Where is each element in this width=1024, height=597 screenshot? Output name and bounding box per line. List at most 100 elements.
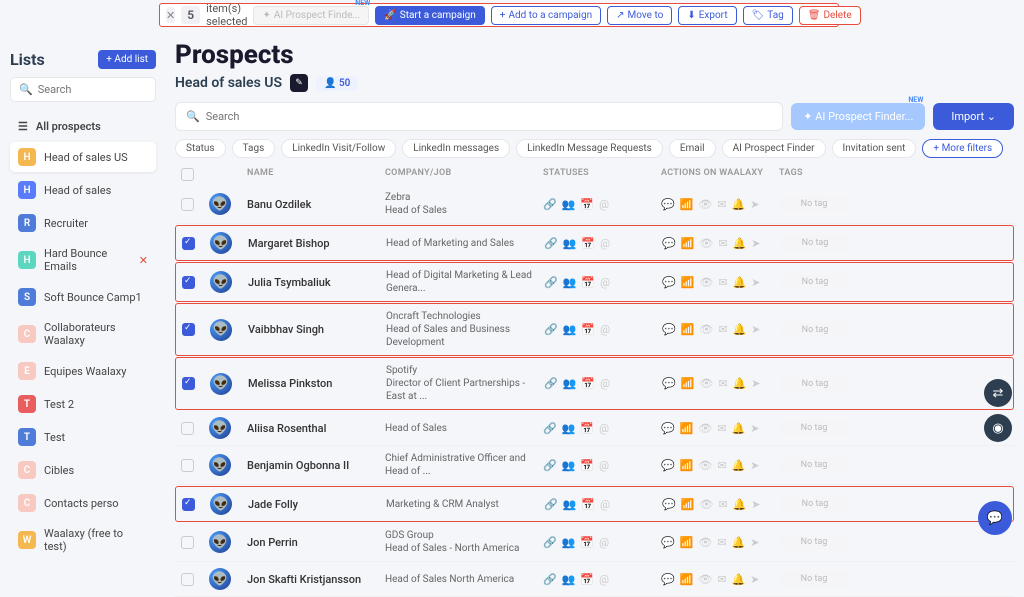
row-checkbox[interactable] <box>181 459 194 472</box>
mail-icon[interactable]: ✉ <box>718 237 727 250</box>
link-icon[interactable]: 🔗 <box>543 422 557 435</box>
send-icon[interactable]: ➤ <box>751 377 760 390</box>
sidebar-list-item[interactable]: TTest 2 <box>10 389 156 419</box>
at-icon[interactable]: @ <box>599 459 609 472</box>
filter-pill[interactable]: Email <box>669 139 716 158</box>
mail-icon[interactable]: ✉ <box>718 276 727 289</box>
bell-icon[interactable]: 🔔 <box>733 323 747 336</box>
table-row[interactable]: 👽 Vaibbhav Singh Oncraft TechnologiesHea… <box>175 303 1014 356</box>
sidebar-list-item[interactable]: HHead of sales <box>10 175 156 205</box>
row-checkbox[interactable] <box>182 276 195 289</box>
bell-icon[interactable]: 🔔 <box>733 377 747 390</box>
mail-icon[interactable]: ✉ <box>718 377 727 390</box>
calendar-icon[interactable]: 📅 <box>581 498 595 511</box>
sidebar-search-input[interactable] <box>38 83 178 96</box>
rss-icon[interactable]: 📶 <box>680 459 694 472</box>
chat-icon[interactable]: 💬 <box>978 501 1012 535</box>
table-row[interactable]: 👽 Benjamin Ogbonna II Chief Administrati… <box>175 446 1014 485</box>
row-checkbox[interactable] <box>182 323 195 336</box>
chat-icon[interactable]: 💬 <box>661 459 675 472</box>
table-row[interactable]: 👽 Jade Folly Marketing & CRM Analyst 🔗 👥… <box>175 486 1014 522</box>
chat-icon[interactable]: 💬 <box>662 276 676 289</box>
bell-icon[interactable]: 🔔 <box>733 237 747 250</box>
bell-icon[interactable]: 🔔 <box>732 198 746 211</box>
send-icon[interactable]: ➤ <box>751 498 760 511</box>
calendar-icon[interactable]: 📅 <box>581 377 595 390</box>
eye-icon[interactable]: 👁 <box>698 573 712 586</box>
rss-icon[interactable]: 📶 <box>680 198 694 211</box>
add-list-button[interactable]: + Add list <box>98 50 156 69</box>
table-row[interactable]: 👽 Jon Perrin GDS GroupHead of Sales - No… <box>175 523 1014 562</box>
people-icon[interactable]: 👥 <box>562 459 576 472</box>
filter-pill[interactable]: LinkedIn Visit/Follow <box>281 139 396 158</box>
chat-icon[interactable]: 💬 <box>661 573 675 586</box>
export-button[interactable]: ⬇ Export <box>678 6 736 25</box>
eye-icon[interactable]: 👁 <box>698 459 712 472</box>
calendar-icon[interactable]: 📅 <box>580 422 594 435</box>
main-search[interactable]: 🔍 <box>175 102 783 131</box>
table-row[interactable]: 👽 Banu Ozdilek ZebraHead of Sales 🔗 👥 📅 … <box>175 185 1014 224</box>
chat-icon[interactable]: 💬 <box>662 237 676 250</box>
tag-cell[interactable]: No tag <box>780 322 850 338</box>
sidebar-list-item[interactable]: HHead of sales US <box>10 142 156 172</box>
eye-icon[interactable]: 👁 <box>698 422 712 435</box>
sidebar-list-item[interactable]: SSoft Bounce Camp1 <box>10 282 156 312</box>
sidebar-list-item[interactable]: CCibles <box>10 455 156 485</box>
table-row[interactable]: 👽 Jon Skafti Kristjansson Head of Sales … <box>175 562 1014 597</box>
row-checkbox[interactable] <box>181 422 194 435</box>
mail-icon[interactable]: ✉ <box>717 422 726 435</box>
select-all-checkbox[interactable] <box>181 168 194 181</box>
mail-icon[interactable]: ✉ <box>717 459 726 472</box>
at-icon[interactable]: @ <box>600 498 610 511</box>
eye-icon[interactable]: 👁 <box>699 498 713 511</box>
sidebar-list-item[interactable]: EEquipes Waalaxy <box>10 356 156 386</box>
rss-icon[interactable]: 📶 <box>681 276 695 289</box>
tag-cell[interactable]: No tag <box>779 571 849 587</box>
discord-icon[interactable]: ◉ <box>984 414 1012 442</box>
row-checkbox[interactable] <box>182 498 195 511</box>
more-filters-button[interactable]: + More filters <box>922 139 1003 158</box>
table-row[interactable]: 👽 Melissa Pinkston SpotifyDirector of Cl… <box>175 357 1014 410</box>
bell-icon[interactable]: 🔔 <box>732 459 746 472</box>
mail-icon[interactable]: ✉ <box>718 323 727 336</box>
rss-icon[interactable]: 📶 <box>681 377 695 390</box>
send-icon[interactable]: ➤ <box>750 422 759 435</box>
people-icon[interactable]: 👥 <box>563 323 577 336</box>
filter-pill[interactable]: LinkedIn messages <box>402 139 510 158</box>
rss-icon[interactable]: 📶 <box>680 573 694 586</box>
filter-pill[interactable]: Tags <box>232 139 276 158</box>
send-icon[interactable]: ➤ <box>751 323 760 336</box>
close-icon[interactable]: ✕ <box>166 7 175 23</box>
at-icon[interactable]: @ <box>600 237 610 250</box>
at-icon[interactable]: @ <box>600 276 610 289</box>
at-icon[interactable]: @ <box>599 422 609 435</box>
tag-cell[interactable]: No tag <box>780 235 850 251</box>
chat-icon[interactable]: 💬 <box>661 422 675 435</box>
at-icon[interactable]: @ <box>599 198 609 211</box>
sidebar-list-item[interactable]: RRecruiter <box>10 208 156 238</box>
calendar-icon[interactable]: 📅 <box>581 237 595 250</box>
link-icon[interactable]: 🔗 <box>543 459 557 472</box>
mail-icon[interactable]: ✉ <box>717 573 726 586</box>
link-icon[interactable]: 🔗 <box>544 276 558 289</box>
eye-icon[interactable]: 👁 <box>698 198 712 211</box>
tag-cell[interactable]: No tag <box>780 376 850 392</box>
send-icon[interactable]: ➤ <box>751 276 760 289</box>
sidebar-list-item[interactable]: CCollaborateurs Waalaxy <box>10 315 156 353</box>
bell-icon[interactable]: 🔔 <box>733 498 747 511</box>
at-icon[interactable]: @ <box>600 323 610 336</box>
edit-icon[interactable]: ✎ <box>290 74 308 92</box>
tag-button[interactable]: 🏷 Tag <box>743 6 793 25</box>
rss-icon[interactable]: 📶 <box>680 422 694 435</box>
tag-cell[interactable]: No tag <box>780 274 850 290</box>
link-icon[interactable]: 🔗 <box>544 323 558 336</box>
table-row[interactable]: 👽 Margaret Bishop Head of Marketing and … <box>175 225 1014 261</box>
sidebar-list-item[interactable]: CContacts perso <box>10 488 156 518</box>
eye-icon[interactable]: 👁 <box>699 377 713 390</box>
eye-icon[interactable]: 👁 <box>699 323 713 336</box>
calendar-icon[interactable]: 📅 <box>581 323 595 336</box>
at-icon[interactable]: @ <box>600 377 610 390</box>
people-icon[interactable]: 👥 <box>563 237 577 250</box>
table-row[interactable]: 👽 Julia Tsymbaliuk Head of Digital Marke… <box>175 262 1014 302</box>
at-icon[interactable]: @ <box>599 573 609 586</box>
